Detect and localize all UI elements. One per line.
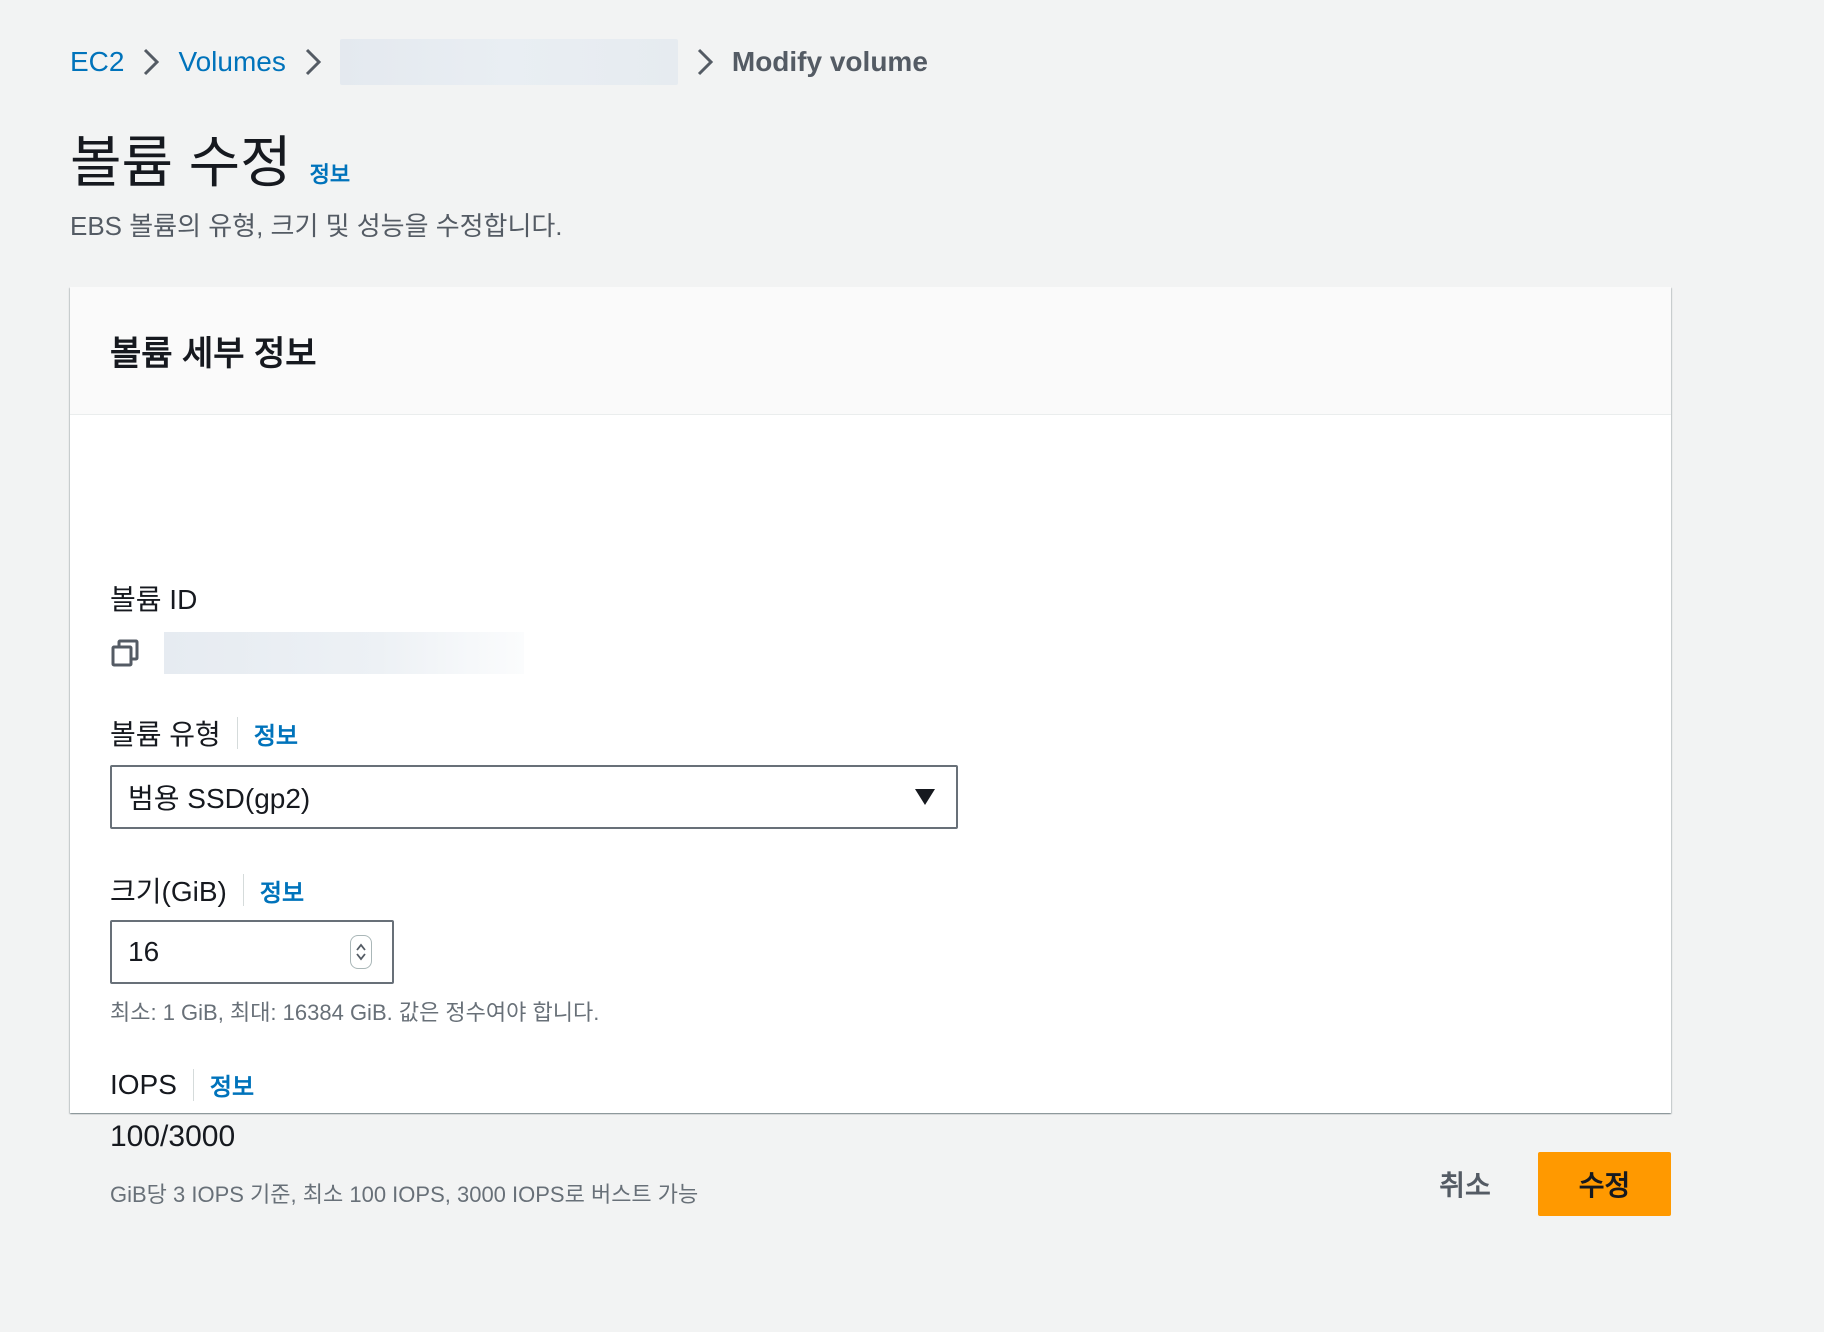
- volume-details-panel: 볼륨 세부 정보 볼륨 ID 볼륨 유형 정보 범용 SSD(gp2) 크기(G…: [70, 287, 1671, 1207]
- breadcrumb-volumes-link[interactable]: Volumes: [178, 46, 285, 78]
- iops-label-text: IOPS: [110, 1068, 177, 1100]
- label-divider: [236, 717, 238, 749]
- chevron-right-icon: [124, 38, 178, 86]
- volume-id-label: 볼륨 ID: [110, 578, 197, 618]
- page-title: 볼륨 수정: [70, 131, 292, 194]
- breadcrumb: EC2 Volumes Modify volume: [70, 38, 928, 86]
- volume-type-selected-value: 범용 SSD(gp2): [128, 783, 311, 814]
- page-description: EBS 볼륨의 유형, 크기 및 성능을 수정합니다.: [70, 211, 563, 241]
- copy-icon[interactable]: [110, 631, 154, 675]
- volume-id-label-text: 볼륨 ID: [110, 584, 198, 615]
- page-info-link[interactable]: 정보: [310, 157, 350, 189]
- caret-down-icon: [915, 789, 935, 805]
- size-stepper[interactable]: [350, 935, 372, 969]
- volume-id-value-redacted: [164, 632, 524, 674]
- chevron-up-icon[interactable]: [355, 942, 367, 952]
- volume-type-info-link[interactable]: 정보: [254, 716, 298, 751]
- iops-info-link[interactable]: 정보: [210, 1067, 254, 1102]
- modify-button[interactable]: 수정: [1538, 1152, 1671, 1216]
- iops-value: 100/3000: [110, 1120, 236, 1153]
- iops-label: IOPS 정보: [110, 1067, 254, 1102]
- volume-id-row: [110, 631, 524, 675]
- panel-header: 볼륨 세부 정보: [70, 287, 1671, 415]
- breadcrumb-current: Modify volume: [731, 46, 928, 77]
- cancel-button[interactable]: 취소: [1410, 1152, 1520, 1216]
- chevron-down-icon[interactable]: [355, 952, 367, 962]
- panel-title: 볼륨 세부 정보: [110, 335, 317, 373]
- chevron-right-icon: [678, 38, 732, 86]
- page-header: 볼륨 수정 정보: [70, 118, 350, 199]
- size-label-text: 크기(GiB): [110, 876, 227, 907]
- size-constraint-hint: 최소: 1 GiB, 최대: 16384 GiB. 값은 정수여야 합니다.: [110, 1000, 600, 1025]
- label-divider: [192, 1068, 194, 1101]
- volume-type-label-text: 볼륨 유형: [110, 719, 221, 750]
- size-label: 크기(GiB) 정보: [110, 870, 304, 910]
- iops-hint: GiB당 3 IOPS 기준, 최소 100 IOPS, 3000 IOPS로 …: [110, 1182, 699, 1207]
- size-info-link[interactable]: 정보: [260, 873, 304, 908]
- size-input[interactable]: 16: [110, 920, 394, 984]
- chevron-right-icon: [286, 38, 340, 86]
- volume-type-select[interactable]: 범용 SSD(gp2): [110, 765, 958, 829]
- label-divider: [242, 874, 244, 906]
- breadcrumb-volume-id-redacted[interactable]: [339, 39, 678, 85]
- breadcrumb-ec2-link[interactable]: EC2: [70, 46, 124, 78]
- volume-type-label: 볼륨 유형 정보: [110, 713, 298, 753]
